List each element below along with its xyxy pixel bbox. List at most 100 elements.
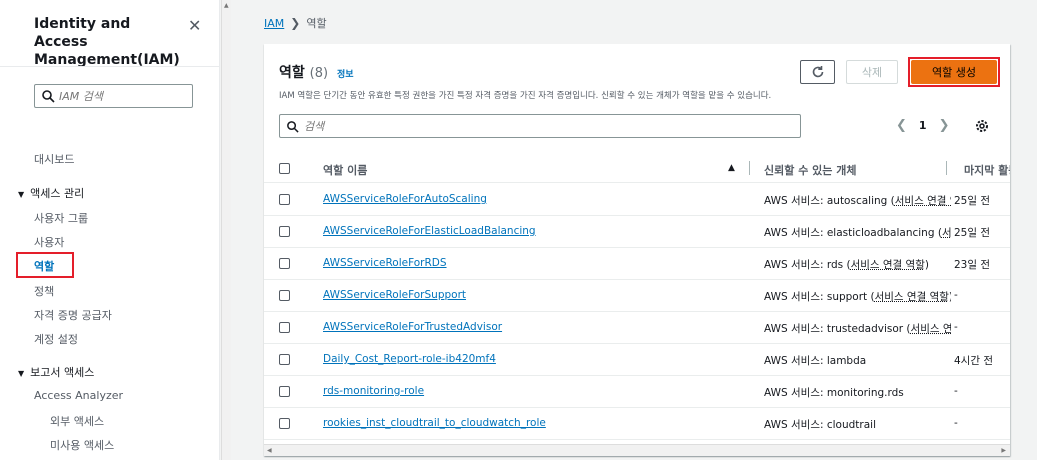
entity-text: AWS 서비스: trustedadvisor ( <box>764 323 911 335</box>
select-all-checkbox[interactable] <box>279 163 290 174</box>
last-activity: - <box>954 417 958 429</box>
role-name-link[interactable]: AWSServiceRoleForAutoScaling <box>323 193 487 205</box>
column-divider[interactable] <box>946 161 947 175</box>
row-checkbox[interactable] <box>279 418 290 429</box>
service-linked-role-label: 서비스 연결 역할 <box>850 259 925 271</box>
chevron-left-icon[interactable]: ❮ <box>896 118 907 133</box>
role-name-link[interactable]: rookies_inst_cloudtrail_to_cloudwatch_ro… <box>323 417 546 429</box>
scroll-up-icon[interactable]: ▲ <box>224 2 229 9</box>
sidebar-item-roles[interactable]: 역할 <box>34 258 54 274</box>
sidebar-item-account-settings[interactable]: 계정 설정 <box>34 331 78 347</box>
page-title: 역할 (8) 정보 <box>279 62 354 82</box>
trusted-entity: AWS 서비스: autoscaling (서비스 연결 역할) <box>764 193 951 208</box>
last-activity: 23일 전 <box>954 259 991 271</box>
row-checkbox[interactable] <box>279 386 290 397</box>
entity-text: AWS 서비스: rds ( <box>764 259 851 271</box>
horizontal-scrollbar[interactable]: ◀ ▶ <box>264 444 1010 456</box>
trusted-entity: AWS 서비스: trustedadvisor (서비스 연결 역할) <box>764 321 951 336</box>
sidebar-item-identity-providers[interactable]: 자격 증명 공급자 <box>34 307 112 323</box>
row-checkbox[interactable] <box>279 322 290 333</box>
entity-text: AWS 서비스: monitoring.rds <box>764 387 904 399</box>
create-role-button[interactable]: 역할 생성 <box>911 60 997 84</box>
breadcrumb-iam-link[interactable]: IAM <box>264 17 284 30</box>
sidebar-section-access-mgmt[interactable]: ▼ 액세스 관리 <box>18 185 84 201</box>
entity-text: AWS 서비스: elasticloadbalancing ( <box>764 227 942 239</box>
panel-description: IAM 역할은 단기간 동안 유효한 특정 권한을 가진 특정 자격 증명을 가… <box>279 91 772 101</box>
caret-down-icon: ▼ <box>18 190 25 199</box>
roles-panel: 역할 (8) 정보 IAM 역할은 단기간 동안 유효한 특정 권한을 가진 특… <box>264 44 1010 456</box>
table-row: AWSServiceRoleForSupport AWS 서비스: support… <box>264 280 1010 312</box>
scroll-right-icon[interactable]: ▶ <box>1001 447 1006 454</box>
panel-title: 역할 <box>279 65 305 81</box>
sidebar-item-dashboard[interactable]: 대시보드 <box>34 151 74 167</box>
info-link[interactable]: 정보 <box>337 70 354 80</box>
row-checkbox[interactable] <box>279 226 290 237</box>
service-linked-role-label: 서비스 연결 역할 <box>874 291 949 303</box>
refresh-button[interactable] <box>800 60 835 84</box>
close-icon[interactable]: ✕ <box>188 16 201 35</box>
table-row: rds-monitoring-role AWS 서비스: monitoring.r… <box>264 376 1010 408</box>
sidebar-item-policies[interactable]: 정책 <box>34 283 54 299</box>
page-number[interactable]: 1 <box>919 119 927 132</box>
sidebar-search[interactable] <box>34 84 193 108</box>
row-checkbox[interactable] <box>279 194 290 205</box>
sidebar-search-input[interactable] <box>59 89 189 103</box>
caret-down-icon: ▼ <box>18 369 25 378</box>
highlight-box: 역할 생성 <box>908 57 1000 87</box>
column-divider[interactable] <box>749 161 750 175</box>
table-row: AWSServiceRoleForRDS AWS 서비스: rds (서비스 연결… <box>264 248 1010 280</box>
row-checkbox[interactable] <box>279 354 290 365</box>
chevron-right-icon[interactable]: ❯ <box>939 118 950 133</box>
pagination: ❮ 1 ❯ <box>896 118 949 133</box>
last-activity: 25일 전 <box>954 227 991 239</box>
trusted-entity: AWS 서비스: lambda <box>764 353 951 368</box>
entity-text: ) <box>924 259 929 271</box>
delete-button[interactable]: 삭제 <box>846 60 898 84</box>
role-name-link[interactable]: Daily_Cost_Report-role-ib420mf4 <box>323 353 496 365</box>
trusted-entity: AWS 서비스: support (서비스 연결 역할) <box>764 289 951 304</box>
sidebar-item-user-groups[interactable]: 사용자 그룹 <box>34 210 88 226</box>
last-activity: - <box>954 289 958 301</box>
sidebar-section-report-access[interactable]: ▼ 보고서 액세스 <box>18 364 94 380</box>
gear-icon[interactable] <box>974 118 990 134</box>
service-linked-role-label: 서비스 연결 역할 <box>910 323 951 335</box>
sidebar-item-users[interactable]: 사용자 <box>34 234 64 250</box>
last-activity: 4시간 전 <box>954 355 993 367</box>
sidebar-scrollbar[interactable]: ▲ <box>221 0 231 460</box>
divider <box>0 66 220 67</box>
last-activity: - <box>954 385 958 397</box>
sort-asc-icon[interactable]: ▲ <box>728 163 735 173</box>
role-name-link[interactable]: AWSServiceRoleForTrustedAdvisor <box>323 321 502 333</box>
sidebar-item-access-analyzer[interactable]: Access Analyzer <box>34 389 123 402</box>
role-name-link[interactable]: AWSServiceRoleForElasticLoadBalancing <box>323 225 536 237</box>
sidebar: Identity and Access Management(IAM) ✕ 대시… <box>0 0 220 460</box>
table-search-input[interactable] <box>304 119 784 133</box>
refresh-icon <box>812 66 823 78</box>
column-header-role-name[interactable]: 역할 이름 <box>323 162 367 178</box>
roles-count: (8) <box>309 66 329 81</box>
role-name-link[interactable]: AWSServiceRoleForRDS <box>323 257 447 269</box>
breadcrumb-current: 역할 <box>306 17 327 30</box>
column-header-last-activity[interactable]: 마지막 활동 <box>964 162 1010 178</box>
sidebar-title: Identity and Access Management(IAM) <box>34 16 180 68</box>
trusted-entity: AWS 서비스: elasticloadbalancing (서비스 연결 역할… <box>764 225 951 240</box>
table-header: 역할 이름 ▲ 신뢰할 수 있는 개체 마지막 활동 <box>264 153 1010 183</box>
trusted-entity: AWS 서비스: cloudtrail <box>764 417 951 432</box>
scroll-left-icon[interactable]: ◀ <box>267 447 272 454</box>
service-linked-role-label: 서비스 연결 역할 <box>941 227 951 239</box>
role-name-link[interactable]: AWSServiceRoleForSupport <box>323 289 466 301</box>
trusted-entity: AWS 서비스: rds (서비스 연결 역할) <box>764 257 951 272</box>
section-label: 보고서 액세스 <box>30 366 95 379</box>
role-name-link[interactable]: rds-monitoring-role <box>323 385 424 397</box>
column-header-trusted-entity[interactable]: 신뢰할 수 있는 개체 <box>764 162 856 178</box>
trusted-entity: AWS 서비스: monitoring.rds <box>764 385 951 400</box>
table-search[interactable] <box>279 114 801 138</box>
breadcrumb: IAM ❯ 역할 <box>264 15 327 31</box>
table-row: AWSServiceRoleForAutoScaling AWS 서비스: aut… <box>264 184 1010 216</box>
last-activity: 25일 전 <box>954 195 991 207</box>
sidebar-item-external-access[interactable]: 외부 액세스 <box>50 413 104 429</box>
row-checkbox[interactable] <box>279 258 290 269</box>
entity-text: ) <box>949 291 951 303</box>
row-checkbox[interactable] <box>279 290 290 301</box>
sidebar-item-unused-access[interactable]: 미사용 액세스 <box>50 437 114 453</box>
